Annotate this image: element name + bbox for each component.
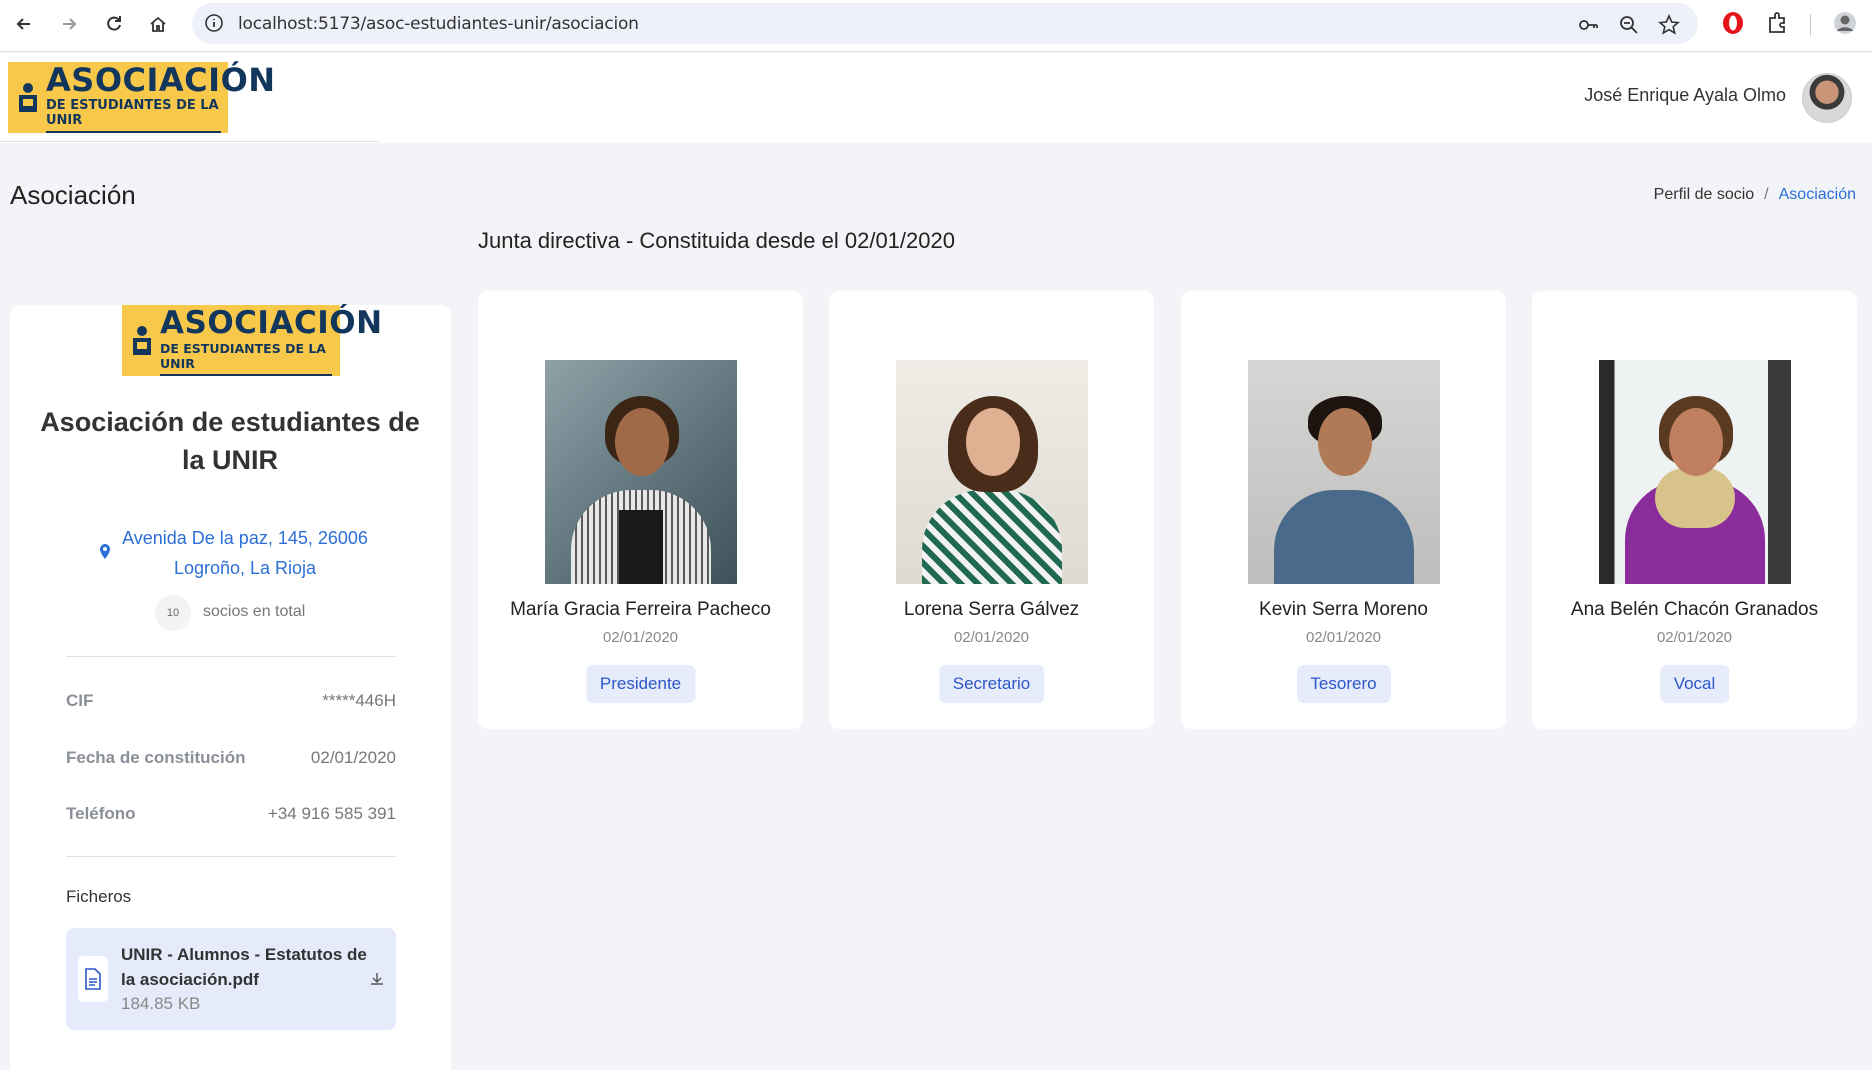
bookmark-star-icon[interactable] <box>1658 14 1680 36</box>
member-name: Kevin Serra Moreno <box>1259 599 1428 620</box>
board-member-card: Kevin Serra Moreno 02/01/2020 Tesorero <box>1181 291 1506 729</box>
header-logo[interactable]: ASOCIACIÓN DE ESTUDIANTES DE LA UNIR <box>8 61 276 133</box>
app-header: ASOCIACIÓN DE ESTUDIANTES DE LA UNIR Jos… <box>0 53 1872 143</box>
member-date: 02/01/2020 <box>602 629 679 646</box>
address-line-1[interactable]: Avenida De la paz, 145, 26006 <box>110 523 380 553</box>
browser-toolbar: localhost:5173/asoc-estudiantes-unir/aso… <box>0 0 1872 52</box>
forward-button[interactable] <box>55 10 83 38</box>
board-title: Junta directiva - Constituida desde el 0… <box>478 228 955 253</box>
logo-title: ASOCIACIÓN <box>160 305 383 341</box>
file-name[interactable]: UNIR - Alumnos - Estatutos de la asociac… <box>121 942 371 992</box>
role-badge[interactable]: Vocal <box>1659 665 1730 703</box>
extensions-puzzle-icon[interactable] <box>1765 10 1791 36</box>
profile-icon[interactable] <box>1832 10 1858 36</box>
phone-value: +34 916 585 391 <box>267 804 396 823</box>
board-member-card: Lorena Serra Gálvez 02/01/2020 Secretari… <box>829 291 1154 729</box>
user-avatar[interactable] <box>1802 73 1852 123</box>
header-divider <box>0 141 380 142</box>
member-photo <box>896 360 1088 584</box>
role-badge[interactable]: Secretario <box>938 665 1045 703</box>
association-name: Asociación de estudiantes de la UNIR <box>40 407 420 475</box>
logo-title: ASOCIACIÓN <box>46 61 276 99</box>
member-date: 02/01/2020 <box>1656 629 1733 646</box>
file-size: 184.85 KB <box>121 994 201 1013</box>
logo-underline <box>46 131 221 133</box>
reload-button[interactable] <box>100 10 128 38</box>
association-address[interactable]: Avenida De la paz, 145, 26006 Logroño, L… <box>110 523 380 583</box>
divider <box>66 856 396 857</box>
site-info-icon[interactable] <box>204 13 224 33</box>
address-bar[interactable]: localhost:5173/asoc-estudiantes-unir/aso… <box>192 3 1698 44</box>
reload-icon <box>107 16 121 31</box>
address-line-2[interactable]: Logroño, La Rioja <box>110 553 380 583</box>
member-name: María Gracia Ferreira Pacheco <box>510 599 771 620</box>
divider <box>66 656 396 657</box>
founding-date-value: 02/01/2020 <box>310 748 396 767</box>
role-badge[interactable]: Presidente <box>585 665 696 703</box>
back-arrow-icon <box>16 18 30 30</box>
logo-subtitle: DE ESTUDIANTES DE LA UNIR <box>160 341 326 371</box>
zoom-icon[interactable] <box>1618 14 1640 36</box>
board-member-card: María Gracia Ferreira Pacheco 02/01/2020… <box>478 291 803 729</box>
user-name[interactable]: José Enrique Ayala Olmo <box>1584 85 1786 106</box>
opera-icon[interactable] <box>1720 10 1746 36</box>
board-member-card: Ana Belén Chacón Granados 02/01/2020 Voc… <box>1532 291 1857 729</box>
members-count-label: socios en total <box>203 603 306 620</box>
breadcrumb-separator: / <box>1764 186 1769 203</box>
phone-label: Teléfono <box>66 804 136 823</box>
association-logo: ASOCIACIÓN DE ESTUDIANTES DE LA UNIR <box>122 305 383 376</box>
breadcrumb: Perfil de socio / Asociación <box>1654 186 1856 204</box>
password-key-icon[interactable] <box>1577 14 1599 36</box>
files-title: Ficheros <box>66 887 132 906</box>
member-date: 02/01/2020 <box>1305 629 1382 646</box>
member-photo <box>1599 360 1791 584</box>
breadcrumb-item-profile[interactable]: Perfil de socio <box>1654 186 1755 203</box>
home-button[interactable] <box>144 10 172 38</box>
breadcrumb-item-current: Asociación <box>1778 186 1856 203</box>
student-icon <box>133 326 151 355</box>
document-icon <box>78 956 108 1002</box>
association-card: ASOCIACIÓN DE ESTUDIANTES DE LA UNIR Aso… <box>10 305 451 1070</box>
role-badge[interactable]: Tesorero <box>1296 665 1391 703</box>
file-item[interactable]: UNIR - Alumnos - Estatutos de la asociac… <box>66 928 396 1030</box>
url-text[interactable]: localhost:5173/asoc-estudiantes-unir/aso… <box>238 14 639 34</box>
member-photo <box>1248 360 1440 584</box>
member-name: Lorena Serra Gálvez <box>903 599 1080 620</box>
back-button[interactable] <box>10 10 38 38</box>
page-title: Asociación <box>10 180 136 210</box>
members-count-badge: 10 <box>155 595 191 631</box>
cif-value: *****446H <box>322 691 396 710</box>
founding-date-label: Fecha de constitución <box>66 748 246 767</box>
toolbar-separator <box>1810 14 1811 36</box>
cif-label: CIF <box>66 691 94 710</box>
member-photo <box>545 360 737 584</box>
logo-underline <box>160 374 332 376</box>
home-icon <box>150 16 166 32</box>
student-icon <box>19 83 37 112</box>
member-name: Ana Belén Chacón Granados <box>1570 599 1819 620</box>
logo-subtitle: DE ESTUDIANTES DE LA UNIR <box>46 98 219 128</box>
member-date: 02/01/2020 <box>953 629 1030 646</box>
download-icon[interactable] <box>370 972 384 986</box>
forward-arrow-icon <box>63 18 77 30</box>
